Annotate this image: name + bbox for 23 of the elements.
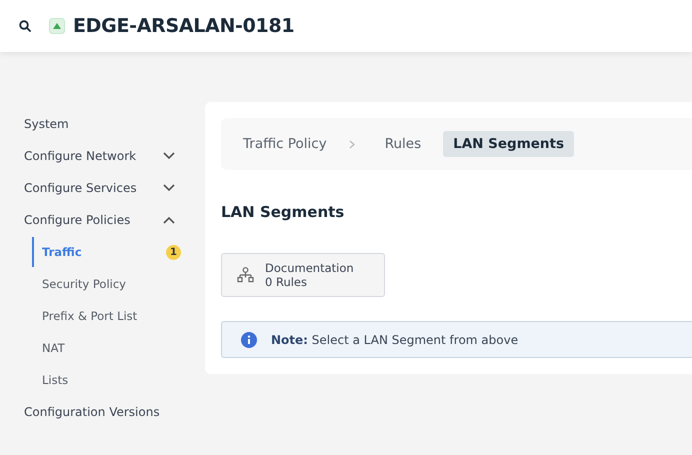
sidebar-item[interactable]: System <box>0 108 205 140</box>
sidebar-item[interactable]: Configure Network <box>0 140 205 172</box>
sidebar-item[interactable]: Configure Policies <box>0 204 205 236</box>
chevron-right-icon <box>348 140 355 148</box>
breadcrumb-link[interactable]: Rules <box>374 131 432 157</box>
segment-name: Documentation <box>265 261 354 275</box>
device-title: EDGE-ARSALAN-0181 <box>73 15 294 37</box>
rule-count: 0 Rules <box>265 275 308 289</box>
sidebar-subitem[interactable]: Security Policy <box>32 268 205 300</box>
segment-card[interactable]: Documentation 0 Rules <box>221 253 385 297</box>
breadcrumb-link[interactable]: LAN Segments <box>443 131 574 157</box>
search-icon[interactable] <box>19 20 31 32</box>
count-badge: 1 <box>166 244 181 260</box>
sidebar-subitem[interactable]: Prefix & Port List <box>32 300 205 332</box>
breadcrumb-link[interactable]: Traffic Policy <box>233 131 337 157</box>
sidebar-subitem[interactable]: Lists <box>32 364 205 396</box>
network-icon <box>237 267 254 283</box>
sidebar-item[interactable]: Configuration Versions <box>0 396 205 428</box>
section-heading: LAN Segments <box>221 203 346 221</box>
sidebar-subitem[interactable]: NAT <box>32 332 205 364</box>
note-text: Note: Select a LAN Segment from above <box>271 332 518 346</box>
info-icon <box>241 332 257 348</box>
sidebar-item[interactable]: Configure Services <box>0 172 205 204</box>
